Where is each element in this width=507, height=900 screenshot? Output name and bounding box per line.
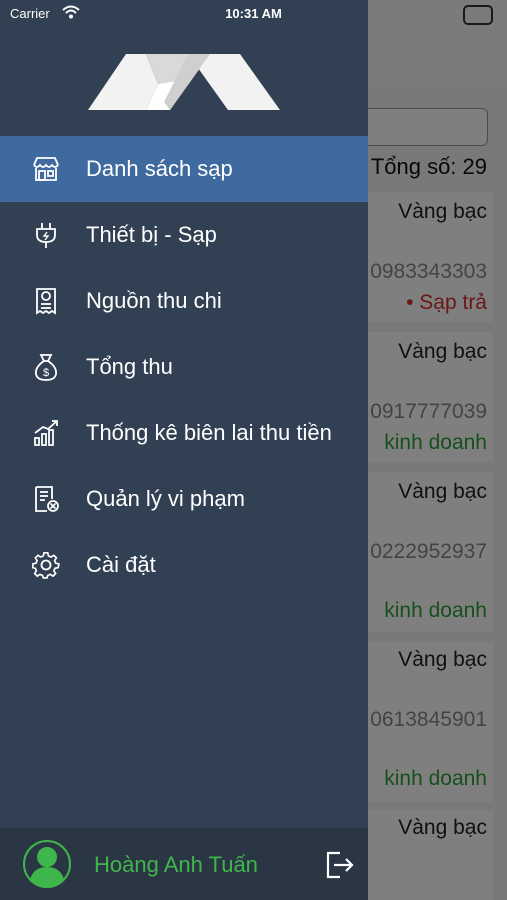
carrier-label: Carrier [10, 6, 50, 21]
menu-item-thong-ke[interactable]: Thống kê biên lai thu tiền [0, 400, 368, 466]
money-bag-icon: $ [30, 351, 62, 383]
logout-icon[interactable] [322, 848, 356, 882]
receipt-icon [30, 285, 62, 317]
menu-item-nguon-thu-chi[interactable]: Nguồn thu chi [0, 268, 368, 334]
avatar[interactable] [22, 839, 72, 889]
menu-item-label: Tổng thu [86, 354, 173, 379]
menu-item-cai-dat[interactable]: Cài đặt [0, 532, 368, 598]
menu-item-label: Danh sách sạp [86, 156, 233, 181]
menu-item-quan-ly-vi-pham[interactable]: Quản lý vi phạm [0, 466, 368, 532]
menu-item-label: Cài đặt [86, 552, 156, 577]
menu-item-thiet-bi-sap[interactable]: Thiết bị - Sạp [0, 202, 368, 268]
menu-item-label: Nguồn thu chi [86, 288, 222, 313]
menu-item-danh-sach-sap[interactable]: Danh sách sạp [0, 136, 368, 202]
app-logo [88, 50, 280, 115]
violation-doc-icon [30, 483, 62, 515]
gear-icon [30, 549, 62, 581]
drawer-footer: Hoàng Anh Tuấn [0, 828, 368, 900]
store-icon [30, 153, 62, 185]
menu-item-label: Thống kê biên lai thu tiền [86, 420, 332, 445]
svg-text:$: $ [43, 367, 49, 379]
menu-item-tong-thu[interactable]: $ Tổng thu [0, 334, 368, 400]
drawer-menu: Danh sách sạp Thiết bị - Sạp Nguồn thu c… [0, 136, 368, 598]
user-name: Hoàng Anh Tuấn [94, 852, 258, 877]
menu-item-label: Quản lý vi phạm [86, 486, 245, 511]
navigation-drawer: Danh sách sạp Thiết bị - Sạp Nguồn thu c… [0, 0, 368, 900]
chart-icon [30, 417, 62, 449]
wifi-icon [62, 5, 80, 22]
menu-item-label: Thiết bị - Sạp [86, 222, 217, 247]
status-bar: Carrier 10:31 AM [0, 0, 507, 28]
plug-icon [30, 219, 62, 251]
